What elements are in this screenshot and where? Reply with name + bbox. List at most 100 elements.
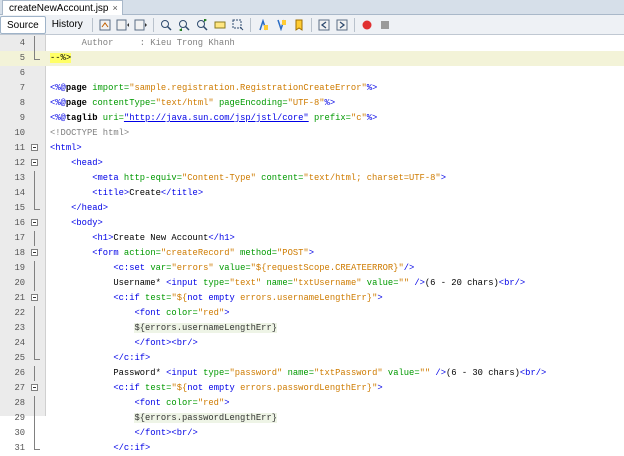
back-icon[interactable] (116, 18, 130, 32)
fold-guide (34, 426, 35, 441)
code-text: </font><br/> (50, 426, 197, 441)
line-number: 11 (14, 143, 25, 153)
code-line[interactable]: 4 Author : Kieu Trong Khanh (0, 36, 624, 51)
stop-macro-icon[interactable] (378, 18, 392, 32)
code-token: action= (118, 248, 161, 258)
code-line[interactable]: 20 Username* <input type="text" name="tx… (0, 276, 624, 291)
code-token: "errors" (171, 263, 214, 273)
code-line[interactable]: 8 <%@page contentType="text/html" pageEnc… (0, 96, 624, 111)
fold-toggle-icon[interactable] (31, 384, 38, 391)
code-token: "Content-Type" (182, 173, 256, 183)
next-bookmark-icon[interactable] (274, 18, 288, 32)
code-token: </font> (134, 428, 172, 438)
line-number: 20 (14, 278, 25, 288)
code-token: Password* (50, 368, 167, 378)
code-line[interactable]: 10 <!DOCTYPE html> (0, 126, 624, 141)
code-token: "${requestScope.CREATEERROR}" (250, 263, 404, 273)
find-selection-icon[interactable] (159, 18, 173, 32)
line-number: 13 (14, 173, 25, 183)
line-number: 25 (14, 353, 25, 363)
code-token: /> (430, 368, 446, 378)
find-next-icon[interactable] (195, 18, 209, 32)
code-line[interactable]: 21 <c:if test="${not empty errors.userna… (0, 291, 624, 306)
code-text: <head> (50, 156, 103, 171)
code-line[interactable]: 26 Password* <input type="password" name… (0, 366, 624, 381)
code-token: <%@ (50, 113, 66, 123)
fold-toggle-icon[interactable] (31, 159, 38, 166)
code-line[interactable]: 9 <%@taglib uri="http://java.sun.com/jsp/… (0, 111, 624, 126)
code-line[interactable]: 24 </font><br/> (0, 336, 624, 351)
code-line[interactable]: 7 <%@page import="sample.registration.Reg… (0, 81, 624, 96)
line-number: 31 (14, 443, 25, 453)
code-editor[interactable]: 4 Author : Kieu Trong Khanh 5 --%> 6 7 <%@pag… (0, 35, 624, 453)
code-token: <c:if (113, 293, 140, 303)
code-token: "red" (197, 398, 225, 408)
forward-icon[interactable] (134, 18, 148, 32)
fold-toggle-icon[interactable] (31, 249, 38, 256)
toggle-bookmark-icon[interactable] (292, 18, 306, 32)
code-line[interactable]: 6 (0, 66, 624, 81)
start-macro-icon[interactable] (360, 18, 374, 32)
code-line[interactable]: 12 <head> (0, 156, 624, 171)
code-token: Author : Kieu Trong Khanh (50, 38, 235, 48)
code-token: "" (398, 278, 410, 288)
line-number: 7 (19, 83, 25, 93)
previous-bookmark-icon[interactable] (256, 18, 270, 32)
fold-guide (34, 366, 35, 381)
code-line[interactable]: 13 <meta http-equiv="Content-Type" conte… (0, 171, 624, 186)
code-text: Username* <input type="text" name="txtUs… (50, 276, 525, 291)
code-line[interactable]: 29 ${errors.passwordLengthErr} (0, 411, 624, 426)
code-text: <h1>Create New Account</h1> (50, 231, 235, 246)
code-line[interactable]: 5 --%> (0, 51, 624, 66)
fold-toggle-icon[interactable] (31, 294, 38, 301)
code-text: </c:if> (50, 351, 150, 366)
toolbar-separator (353, 17, 355, 32)
code-token: value= (213, 263, 251, 273)
code-token: <head> (71, 158, 103, 168)
code-token: uri= (97, 113, 124, 123)
shift-right-icon[interactable] (335, 18, 349, 32)
code-token: "txtUsername" (292, 278, 362, 288)
code-line[interactable]: 15 </head> (0, 201, 624, 216)
line-number: 23 (14, 323, 25, 333)
code-token: "createRecord" (160, 248, 235, 258)
toolbar-separator (152, 17, 154, 32)
code-line[interactable]: 31 </c:if> (0, 441, 624, 456)
code-line[interactable]: 27 <c:if test="${not empty errors.passwo… (0, 381, 624, 396)
code-line[interactable]: 30 </font><br/> (0, 426, 624, 441)
code-line[interactable]: 19 <c:set var="errors" value="${requestS… (0, 261, 624, 276)
code-text: ${errors.passwordLengthErr} (50, 411, 278, 426)
code-token: > (377, 383, 383, 393)
line-number: 8 (19, 98, 25, 108)
code-token: <h1> (92, 233, 114, 243)
code-line[interactable]: 11 <html> (0, 141, 624, 156)
code-line[interactable]: 28 <font color="red"> (0, 396, 624, 411)
code-text: <html> (50, 141, 82, 156)
code-line[interactable]: 22 <font color="red"> (0, 306, 624, 321)
fold-toggle-icon[interactable] (31, 144, 38, 151)
shift-left-icon[interactable] (317, 18, 331, 32)
code-line[interactable]: 17 <h1>Create New Account</h1> (0, 231, 624, 246)
tab-source[interactable]: Source (0, 15, 46, 34)
code-line[interactable]: 14 <title>Create</title> (0, 186, 624, 201)
file-tab[interactable]: createNewAccount.jsp × (2, 0, 123, 15)
last-edit-icon[interactable] (98, 18, 112, 32)
editor-tab-bar: createNewAccount.jsp × (0, 0, 624, 15)
code-token: ${errors.usernameLengthErr} (134, 323, 278, 333)
toggle-rect-selection-icon[interactable] (231, 18, 245, 32)
code-token: "${ (171, 383, 188, 393)
fold-toggle-icon[interactable] (31, 219, 38, 226)
code-line[interactable]: 25 </c:if> (0, 351, 624, 366)
close-tab-icon[interactable]: × (113, 3, 118, 13)
code-line[interactable]: 16 <body> (0, 216, 624, 231)
code-line[interactable]: 18 <form action="createRecord" method="P… (0, 246, 624, 261)
find-previous-icon[interactable] (177, 18, 191, 32)
tab-history[interactable]: History (46, 16, 89, 34)
toggle-highlight-icon[interactable] (213, 18, 227, 32)
code-line[interactable]: 23 ${errors.usernameLengthErr} (0, 321, 624, 336)
line-number: 10 (14, 128, 25, 138)
